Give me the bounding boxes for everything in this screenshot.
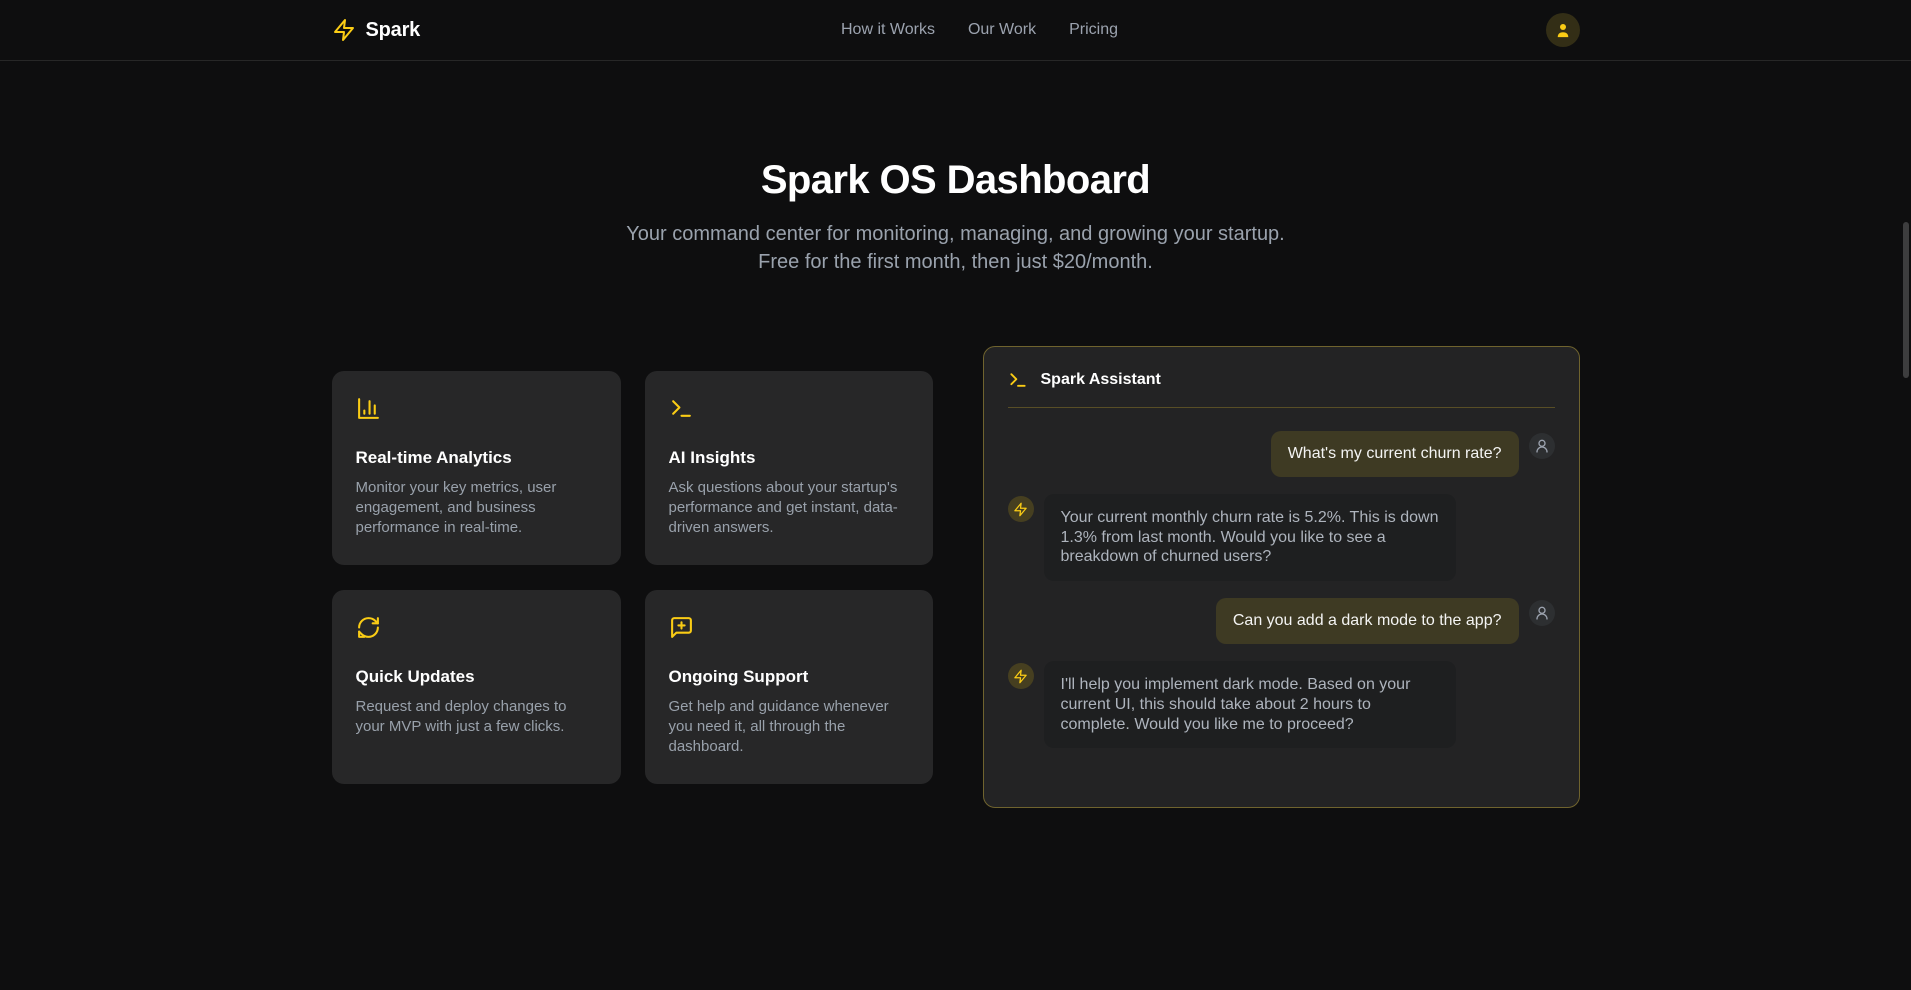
- feature-card-ongoing-support: Ongoing Support Get help and guidance wh…: [645, 590, 933, 784]
- message-square-plus-icon: [669, 615, 909, 640]
- nav-link-pricing[interactable]: Pricing: [1069, 21, 1118, 39]
- assistant-message-bubble: I'll help you implement dark mode. Based…: [1044, 661, 1456, 748]
- feature-card-title: Ongoing Support: [669, 667, 909, 687]
- user-icon: [1534, 438, 1550, 454]
- feature-card-quick-updates: Quick Updates Request and deploy changes…: [332, 590, 621, 784]
- nav-link-how-it-works[interactable]: How it Works: [841, 21, 935, 39]
- assistant-avatar: [1008, 663, 1034, 689]
- feature-card-title: AI Insights: [669, 448, 909, 468]
- nav-link-our-work[interactable]: Our Work: [968, 21, 1036, 39]
- feature-card-description: Request and deploy changes to your MVP w…: [356, 697, 597, 737]
- feature-card-description: Monitor your key metrics, user engagemen…: [356, 478, 597, 538]
- chat-panel-title: Spark Assistant: [1041, 371, 1161, 389]
- user-icon: [1554, 21, 1572, 39]
- hero-subtitle: Your command center for monitoring, mana…: [611, 220, 1301, 276]
- navbar: Spark How it Works Our Work Pricing: [0, 0, 1911, 61]
- page-scrollbar-thumb[interactable]: [1903, 222, 1909, 378]
- account-avatar-button[interactable]: [1546, 13, 1580, 47]
- brand-logo[interactable]: Spark: [332, 18, 421, 42]
- chat-message-user: Can you add a dark mode to the app?: [1008, 598, 1555, 644]
- navbar-inner: Spark How it Works Our Work Pricing: [332, 0, 1580, 60]
- features-grid: Real-time Analytics Monitor your key met…: [332, 371, 933, 784]
- page-title: Spark OS Dashboard: [0, 157, 1911, 203]
- zap-icon: [332, 18, 356, 42]
- chart-column-icon: [356, 396, 597, 421]
- feature-card-title: Quick Updates: [356, 667, 597, 687]
- brand-name: Spark: [366, 19, 421, 42]
- zap-icon: [1013, 502, 1028, 517]
- chat-header: Spark Assistant: [984, 347, 1579, 407]
- feature-card-description: Get help and guidance whenever you need …: [669, 697, 909, 757]
- main-content: Real-time Analytics Monitor your key met…: [332, 346, 1580, 808]
- chat-message-assistant: I'll help you implement dark mode. Based…: [1008, 661, 1555, 748]
- terminal-icon: [1008, 370, 1028, 390]
- refresh-icon: [356, 615, 597, 640]
- nav-links: How it Works Our Work Pricing: [841, 21, 1118, 39]
- feature-card-description: Ask questions about your startup's perfo…: [669, 478, 909, 538]
- assistant-avatar: [1008, 496, 1034, 522]
- user-message-bubble: What's my current churn rate?: [1271, 431, 1519, 477]
- user-message-bubble: Can you add a dark mode to the app?: [1216, 598, 1519, 644]
- zap-icon: [1013, 669, 1028, 684]
- chat-message-user: What's my current churn rate?: [1008, 431, 1555, 477]
- chat-message-assistant: Your current monthly churn rate is 5.2%.…: [1008, 494, 1555, 581]
- user-avatar: [1529, 433, 1555, 459]
- assistant-message-bubble: Your current monthly churn rate is 5.2%.…: [1044, 494, 1456, 581]
- user-icon: [1534, 605, 1550, 621]
- spark-assistant-panel: Spark Assistant What's my current churn …: [983, 346, 1580, 808]
- chat-messages: What's my current churn rate? Your curre…: [984, 408, 1579, 771]
- terminal-icon: [669, 396, 909, 421]
- feature-card-title: Real-time Analytics: [356, 448, 597, 468]
- feature-card-realtime-analytics: Real-time Analytics Monitor your key met…: [332, 371, 621, 565]
- hero-section: Spark OS Dashboard Your command center f…: [0, 157, 1911, 276]
- page-scrollbar-track: [1901, 0, 1911, 990]
- user-avatar: [1529, 600, 1555, 626]
- feature-card-ai-insights: AI Insights Ask questions about your sta…: [645, 371, 933, 565]
